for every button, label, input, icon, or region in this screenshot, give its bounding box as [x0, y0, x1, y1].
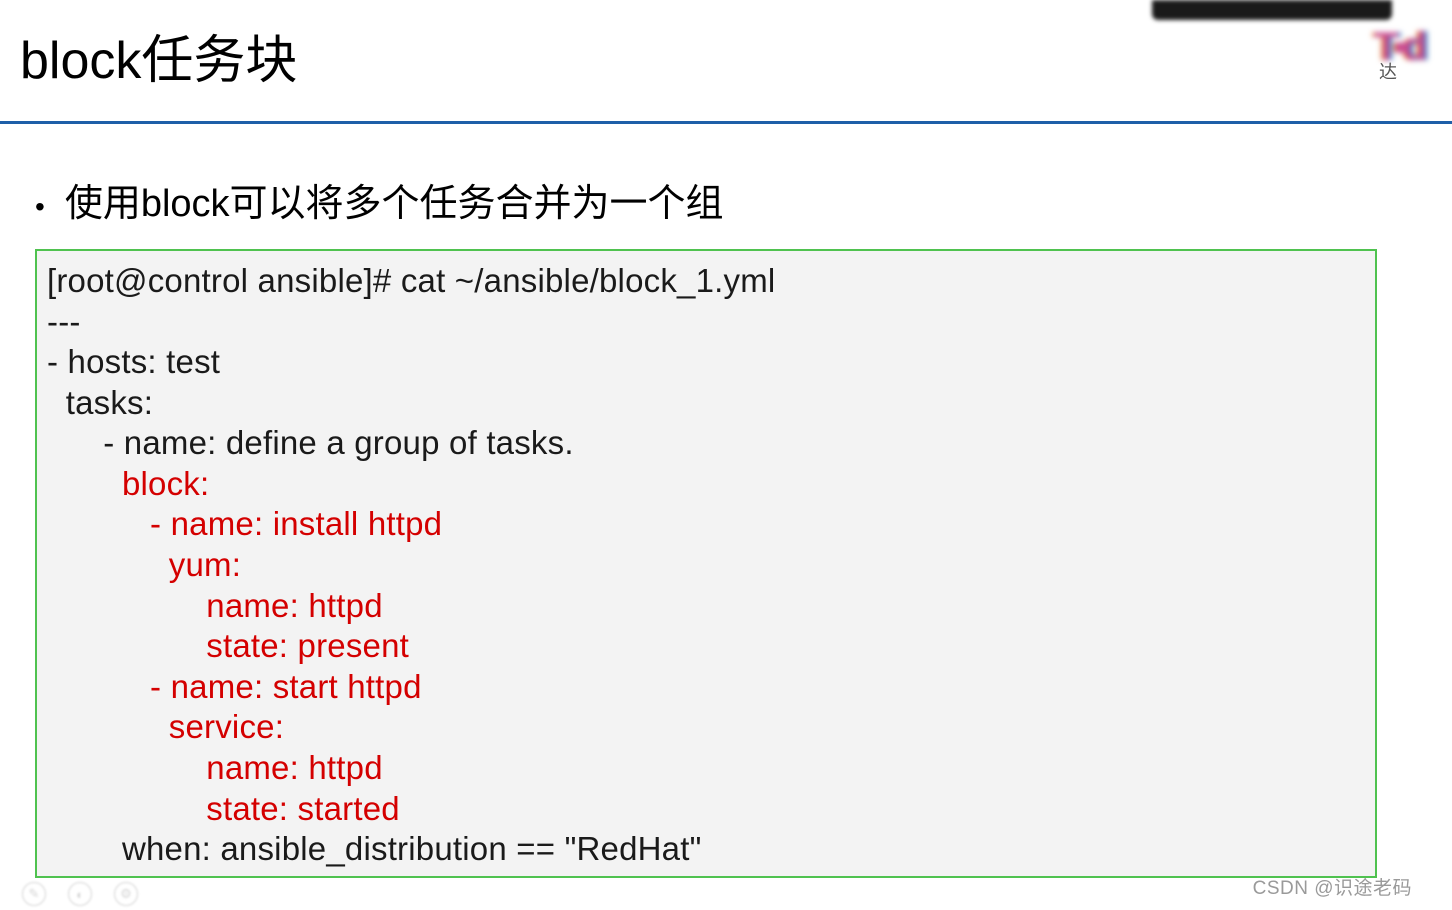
code-line: - name: define a group of tasks.	[47, 424, 574, 461]
watermark: CSDN @识途老码	[1253, 873, 1412, 900]
gear-icon: ⚙	[114, 882, 138, 906]
code-line-red: state: started	[47, 790, 400, 827]
code-line-red: - name: start httpd	[47, 668, 422, 705]
code-line-red: state: present	[47, 627, 409, 664]
bullet-dot-icon: •	[35, 193, 45, 221]
content-area: • 使用block可以将多个任务合并为一个组 [root@control ans…	[0, 124, 1452, 878]
code-line-red: yum:	[47, 546, 241, 583]
code-line: tasks:	[47, 384, 153, 421]
code-line-red: service:	[47, 708, 284, 745]
bottom-icon-row: ✎ ◐ ⚙	[22, 882, 138, 906]
pencil-icon: ✎	[22, 882, 46, 906]
code-line-red: - name: install httpd	[47, 505, 442, 542]
circle-icon: ◐	[68, 882, 92, 906]
code-block: [root@control ansible]# cat ~/ansible/bl…	[35, 249, 1377, 878]
code-line: [root@control ansible]# cat ~/ansible/bl…	[47, 262, 775, 299]
code-line-red: name: httpd	[47, 749, 383, 786]
code-line-red: block:	[47, 465, 209, 502]
top-black-bar	[1152, 0, 1392, 20]
corner-text: 达	[1379, 58, 1397, 84]
code-line: when: ansible_distribution == "RedHat"	[47, 830, 702, 867]
code-line: - hosts: test	[47, 343, 220, 380]
code-line: ---	[47, 303, 81, 340]
bullet-text: 使用block可以将多个任务合并为一个组	[65, 172, 724, 227]
bullet-item: • 使用block可以将多个任务合并为一个组	[35, 172, 1452, 227]
code-line-red: name: httpd	[47, 587, 383, 624]
